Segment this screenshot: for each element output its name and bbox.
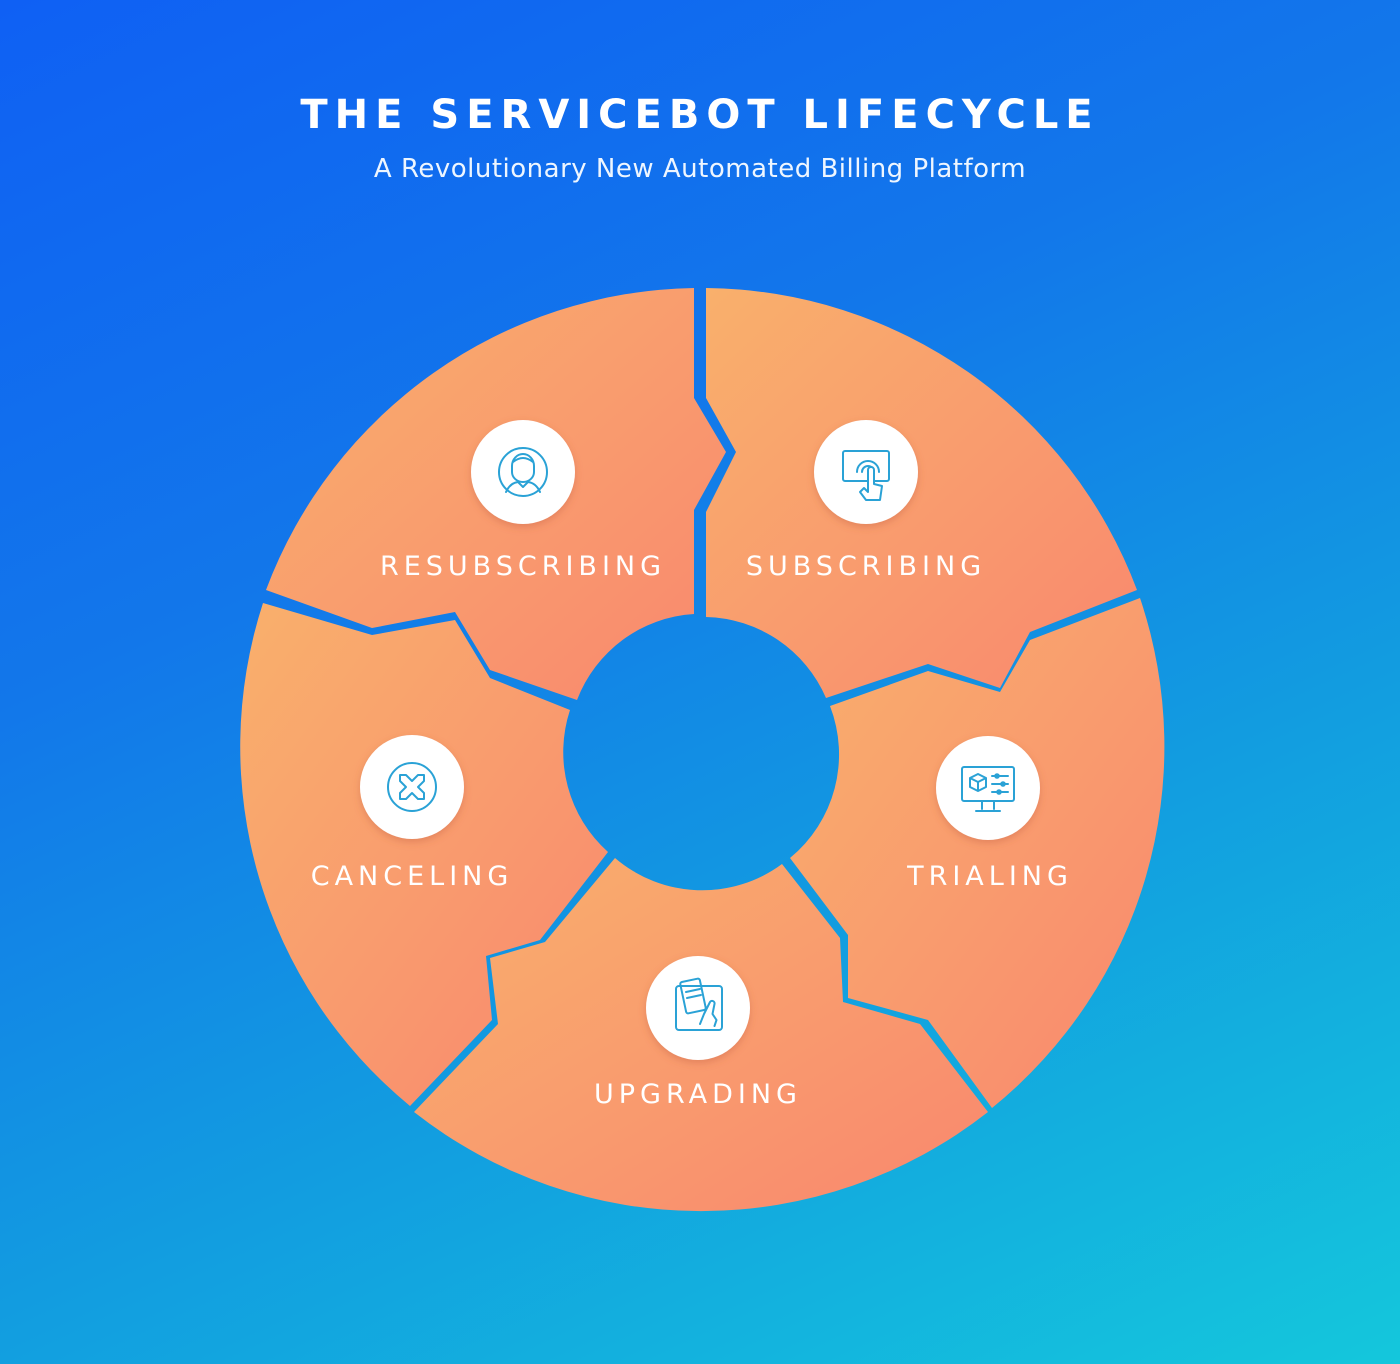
segment-label-canceling: CANCELING <box>311 861 514 892</box>
upgrading-icon-badge <box>646 956 750 1060</box>
segment-label-resubscribing: RESUBSCRIBING <box>380 551 666 582</box>
segment-label-trialing: TRIALING <box>906 861 1073 892</box>
trialing-icon-badge <box>936 736 1040 840</box>
resubscribing-icon-badge <box>471 420 575 524</box>
segment-label-upgrading: UPGRADING <box>594 1079 802 1110</box>
subscribing-icon-badge <box>814 420 918 524</box>
canceling-icon-badge <box>360 735 464 839</box>
segment-label-subscribing: SUBSCRIBING <box>746 551 986 582</box>
lifecycle-wheel: SUBSCRIBING TRIALING UPGRADING CANCELING… <box>240 288 1165 1212</box>
